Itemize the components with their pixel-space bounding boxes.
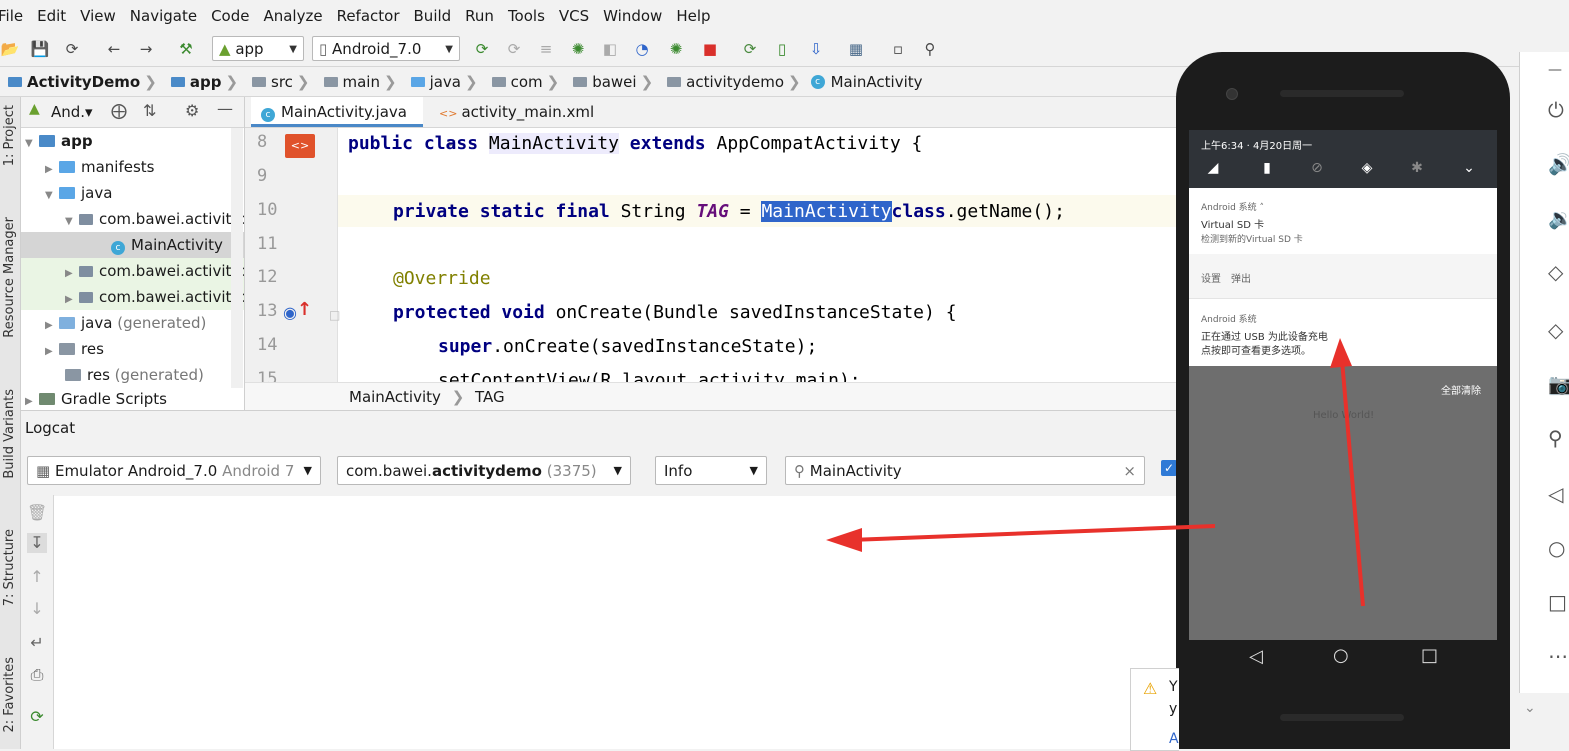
annotation-arrowhead-up (1330, 338, 1352, 368)
annotation-arrowhead-left (826, 528, 862, 552)
annotation-arrow-up (1340, 359, 1365, 607)
annotation-arrows (826, 338, 1365, 607)
annotation-arrow-left (849, 524, 1216, 542)
